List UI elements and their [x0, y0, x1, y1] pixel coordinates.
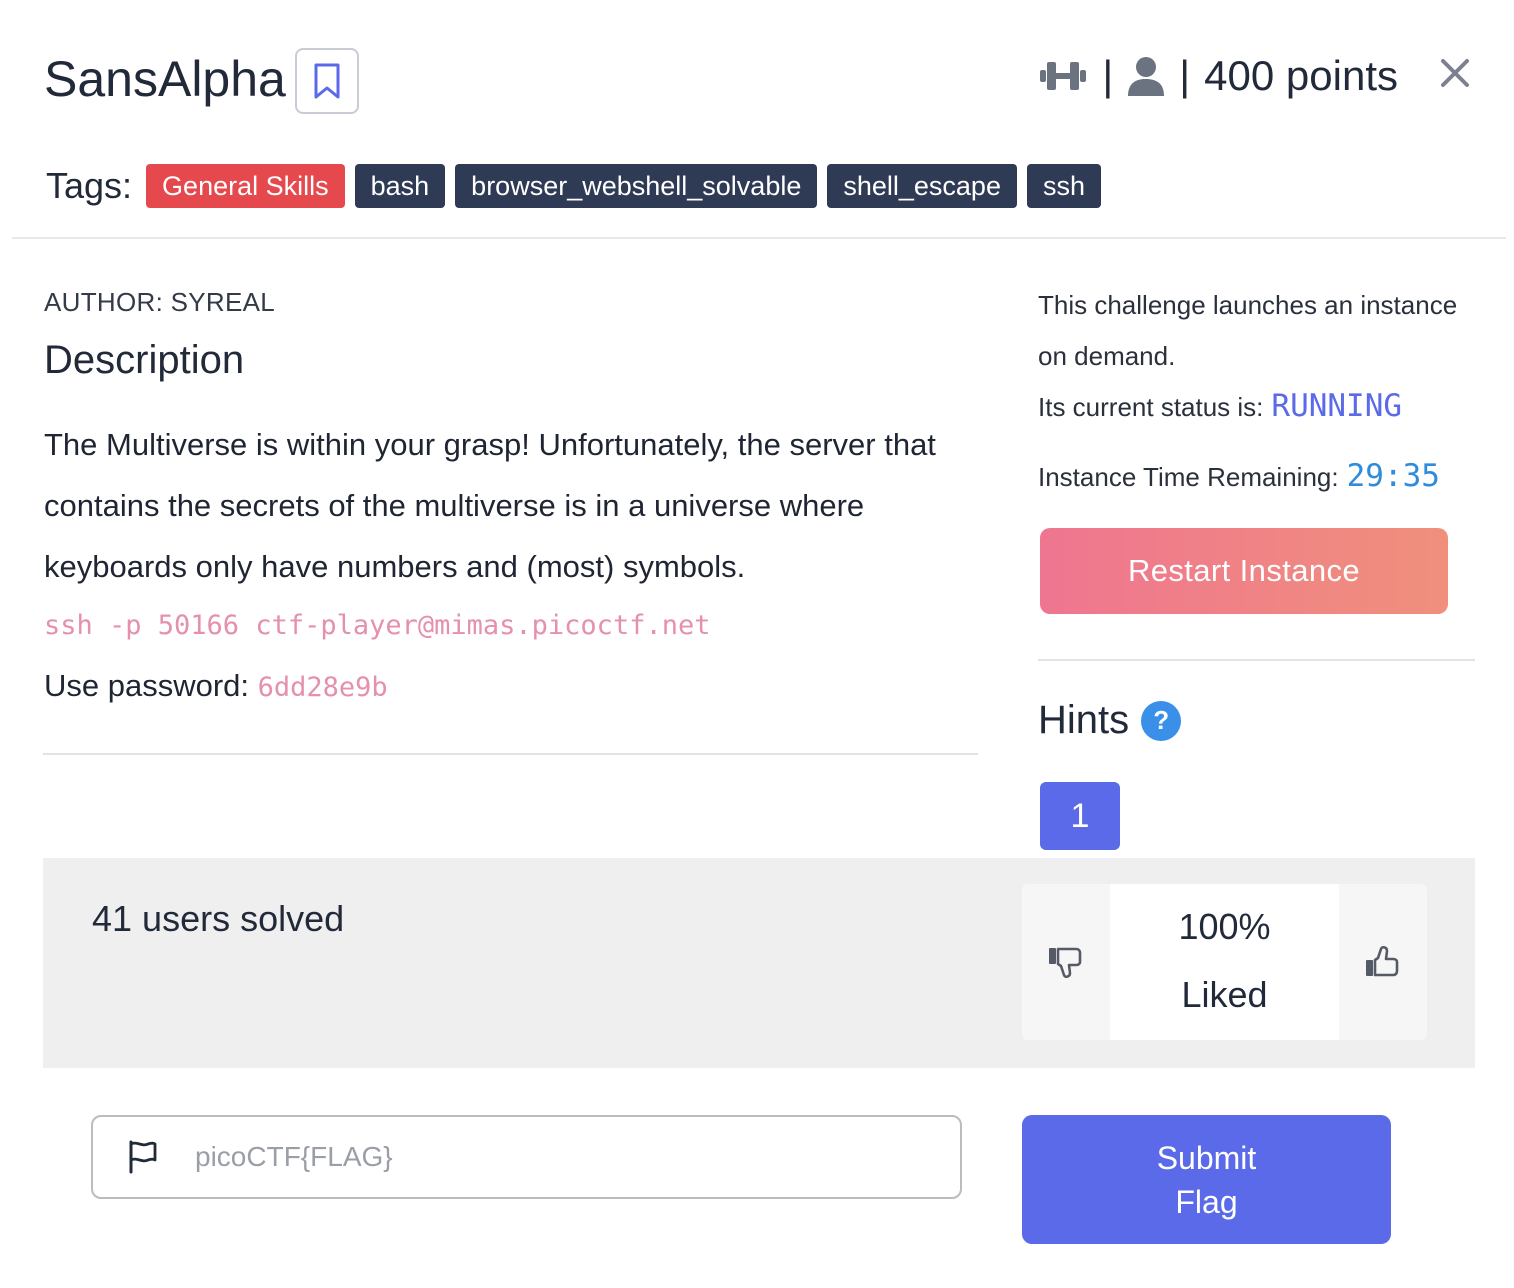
hints-title: Hints [1038, 698, 1130, 742]
challenge-meta: | | 400 points [1038, 52, 1398, 100]
tag-shell-escape[interactable]: shell_escape [827, 164, 1017, 208]
tag-ssh[interactable]: ssh [1026, 164, 1102, 208]
description-divider [43, 753, 978, 755]
dumbbell-icon [1040, 62, 1087, 90]
close-button[interactable] [1434, 52, 1476, 94]
flag-input[interactable] [193, 1140, 897, 1174]
instance-status-line: Its current status is: RUNNING [1038, 388, 1402, 424]
bookmark-button[interactable] [295, 48, 359, 114]
instance-divider [1038, 659, 1475, 661]
like-button[interactable] [1339, 884, 1427, 1040]
bookmark-icon [314, 63, 340, 99]
hints-heading: Hints ? [1038, 698, 1182, 743]
instance-time-line: Instance Time Remaining: 29:35 [1038, 458, 1440, 494]
description-heading: Description [44, 338, 245, 382]
challenge-title: SansAlpha [44, 51, 286, 107]
tags-label: Tags: [46, 165, 133, 206]
submit-flag-label: Submit Flag [1156, 1139, 1257, 1220]
tag-browser-webshell-solvable[interactable]: browser_webshell_solvable [455, 164, 818, 208]
flag-field[interactable] [91, 1115, 962, 1199]
hint-button-1[interactable]: 1 [1040, 782, 1120, 850]
header-divider [12, 237, 1506, 239]
users-solved: 41 users solved [92, 898, 345, 939]
tag-bash[interactable]: bash [354, 164, 446, 208]
author-label: AUTHOR: SYREAL [44, 287, 276, 317]
tag-general-skills[interactable]: General Skills [146, 164, 345, 208]
meta-separator: | [1102, 52, 1114, 99]
password-label: Use password: [44, 668, 258, 703]
dislike-button[interactable] [1022, 884, 1110, 1040]
like-percentage-panel: 100% Liked [1110, 884, 1339, 1040]
rating-box: 100% Liked [1022, 884, 1427, 1040]
like-percentage: 100% [1178, 906, 1271, 947]
meta-separator: | [1179, 52, 1191, 99]
status-label: Its current status is: [1038, 392, 1264, 422]
password-value: 6dd28e9b [257, 672, 388, 703]
instance-info: This challenge launches an instance on d… [1038, 290, 1458, 371]
flag-icon-wrap [93, 1140, 193, 1174]
points-label: 400 points [1204, 52, 1398, 99]
question-circle-icon[interactable]: ? [1141, 700, 1182, 741]
restart-instance-button[interactable]: Restart Instance [1040, 528, 1448, 614]
time-remaining: 29:35 [1346, 458, 1440, 494]
user-icon [1128, 57, 1165, 96]
thumbs-up-icon [1366, 945, 1399, 977]
status-value: RUNNING [1271, 388, 1403, 424]
description-text: The Multiverse is within your grasp! Unf… [44, 427, 936, 584]
password-line: Use password: 6dd28e9b [44, 668, 388, 704]
time-label: Instance Time Remaining: [1038, 462, 1339, 492]
close-icon [1441, 59, 1469, 87]
ssh-command: ssh -p 50166 ctf-player@mimas.picoctf.ne… [44, 610, 711, 641]
flag-icon [129, 1140, 157, 1174]
tags-row: Tags: General Skills bash browser_webshe… [46, 164, 1102, 208]
submit-flag-button[interactable]: Submit Flag [1022, 1115, 1391, 1244]
like-label: Liked [1181, 974, 1268, 1015]
thumbs-down-icon [1049, 947, 1082, 979]
